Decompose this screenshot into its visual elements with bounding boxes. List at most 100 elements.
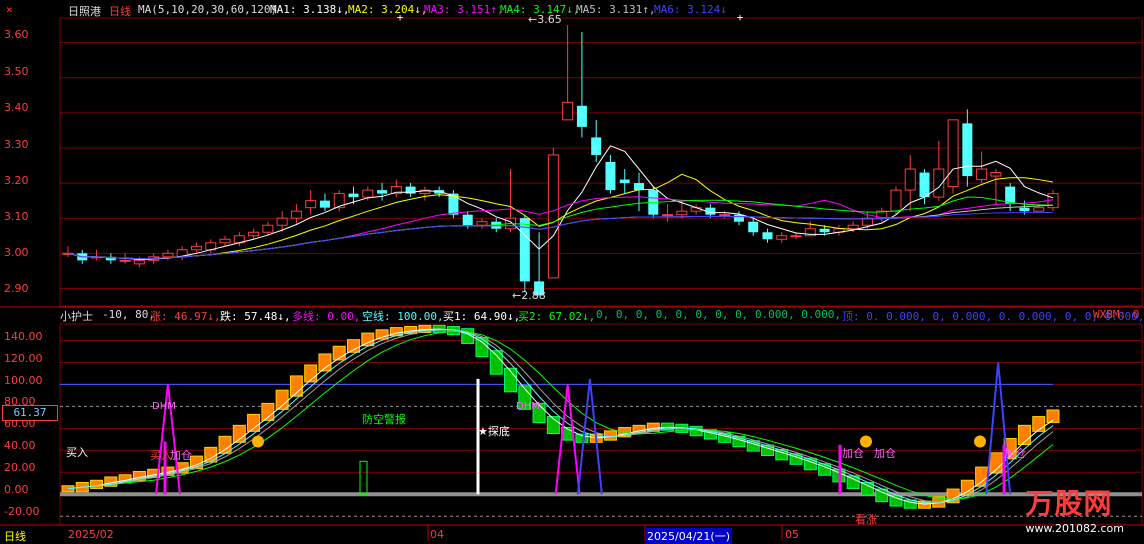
candle-body-down bbox=[962, 123, 973, 177]
buy2-value: 买2: 67.02↓, bbox=[518, 310, 596, 323]
buy1-value: 买1: 64.90↓, bbox=[443, 310, 521, 323]
buy-in-signal: 买入 bbox=[66, 446, 88, 459]
watermark-brand: 万股网 bbox=[1025, 487, 1113, 520]
emoji-icon bbox=[974, 435, 986, 448]
indicator-bar bbox=[1032, 416, 1046, 432]
stock-name: 日照港 bbox=[68, 5, 101, 18]
emoji-icon bbox=[252, 435, 264, 448]
price-panel-frame bbox=[59, 17, 1143, 307]
price-tick: 3.10 bbox=[4, 210, 29, 223]
date-label: 04 bbox=[430, 528, 444, 541]
candle-body-up bbox=[476, 221, 488, 226]
watermark-url: www.201082.com bbox=[1025, 522, 1124, 535]
long-line-value: 多线: 0.00, bbox=[292, 310, 361, 323]
ind-tick: 140.00 bbox=[4, 330, 43, 343]
indicator-bar bbox=[361, 332, 375, 347]
rise-value: 涨: 46.97↓, bbox=[150, 310, 221, 323]
period-tab[interactable]: 日线 bbox=[4, 528, 26, 544]
candle-body-down bbox=[576, 105, 587, 127]
wxbm-value: WXBM: 0 bbox=[1093, 308, 1140, 321]
price-tick: 3.60 bbox=[4, 28, 29, 41]
date-label: 05 bbox=[785, 528, 799, 541]
price-tick: 2.90 bbox=[4, 282, 29, 295]
price-tick: 3.20 bbox=[4, 174, 29, 187]
add-position-signal: 加仓 bbox=[874, 447, 896, 460]
indicator-bar bbox=[275, 389, 289, 410]
ind-tick: 20.00 bbox=[4, 461, 36, 474]
add-position-signal: 加仓 bbox=[1004, 447, 1026, 460]
indicator-bar bbox=[90, 479, 104, 489]
ma1-value: MA1: 3.138↓, bbox=[270, 3, 350, 16]
buy1-curve bbox=[67, 328, 1054, 504]
candle-body-up bbox=[547, 154, 559, 279]
price-tick: 3.30 bbox=[4, 138, 29, 151]
candle-body-up bbox=[790, 235, 802, 238]
candle-body-up bbox=[847, 224, 859, 230]
candle-body-up bbox=[119, 259, 131, 262]
probe-bottom-signal: ★探底 bbox=[478, 425, 510, 438]
fall-value: 跌: 57.48↓, bbox=[220, 310, 291, 323]
price-tick: 3.40 bbox=[4, 101, 29, 114]
indicator-bar bbox=[489, 350, 503, 375]
ma-info-bar: × 日照港 日线 MA(5,10,20,30,60,120) MA1: 3.13… bbox=[0, 0, 1144, 18]
candle-body-up bbox=[562, 101, 574, 121]
current-indicator-value: 61.37 bbox=[2, 405, 58, 421]
candle-body-up bbox=[947, 119, 959, 188]
zero-values: 0, 0, 0, 0, 0, 0, 0, 0, 0.000, 0.000, bbox=[596, 308, 842, 321]
ind-tick: 100.00 bbox=[4, 374, 43, 387]
candle-body-down bbox=[1019, 207, 1030, 212]
buy2-curve bbox=[67, 330, 1054, 500]
candle-body-up bbox=[190, 245, 202, 251]
candle-body-up bbox=[133, 259, 145, 265]
candle-body-down bbox=[605, 162, 616, 191]
indicator-name[interactable]: 小护士 bbox=[60, 308, 93, 324]
candle-body-up bbox=[662, 214, 674, 217]
candle-body-down bbox=[319, 200, 330, 208]
candle-body-up bbox=[976, 168, 988, 181]
candle-body-down bbox=[462, 214, 473, 226]
close-icon[interactable]: × bbox=[6, 3, 13, 16]
indicator-bar bbox=[347, 339, 361, 353]
ma2-value: MA2: 3.204↓, bbox=[348, 3, 428, 16]
ind-tick: 0.00 bbox=[4, 483, 29, 496]
low-price-label: ←2.88 bbox=[512, 289, 546, 302]
date-label: 2025/02 bbox=[68, 528, 114, 541]
bullish-signal: 看涨 bbox=[855, 513, 877, 526]
candle-body-down bbox=[919, 172, 930, 198]
dhm-signal: DHM bbox=[152, 401, 176, 412]
selected-date: 2025/04/21(一) bbox=[645, 528, 732, 544]
candle-body-down bbox=[634, 183, 645, 191]
indicator-params: -10, 80, bbox=[102, 308, 155, 321]
candle-body-up bbox=[890, 189, 902, 212]
indicator-bar bbox=[475, 336, 489, 358]
rise-curve bbox=[67, 328, 1054, 505]
candle-body-down bbox=[348, 193, 359, 198]
candle-body-up bbox=[262, 224, 274, 233]
ind-tick: 40.00 bbox=[4, 439, 36, 452]
candle-body-up bbox=[248, 231, 260, 237]
period-label: 日线 bbox=[109, 5, 131, 18]
candle-body-down bbox=[733, 214, 744, 222]
candle-body-up bbox=[676, 210, 688, 216]
watermark-logo: 万股网 www.201082.com bbox=[1026, 482, 1124, 535]
add-position-signal: 加仓 bbox=[170, 449, 192, 462]
indicator-info-bar: 小护士 -10, 80, 涨: 46.97↓, 跌: 57.48↓, 多线: 0… bbox=[0, 307, 1144, 323]
add-position-signal: 加仓 bbox=[842, 447, 864, 460]
candle-body-down bbox=[619, 179, 630, 184]
candle-body-up bbox=[305, 200, 317, 209]
dhm-signal: DHM bbox=[516, 401, 540, 412]
candle-body-down bbox=[762, 232, 773, 240]
ind-tick: -20.00 bbox=[4, 505, 40, 518]
candle-body-up bbox=[219, 238, 231, 244]
indicator-bar bbox=[889, 495, 903, 507]
candle-body-up bbox=[719, 214, 731, 217]
high-price-label: ←3.65 bbox=[528, 13, 562, 26]
price-tick: 3.50 bbox=[4, 65, 29, 78]
short-line-value: 空线: 100.00, bbox=[362, 310, 444, 323]
candle-body-up bbox=[1033, 207, 1045, 212]
air-defense-alarm: 防空警报 bbox=[362, 413, 406, 426]
price-tick: 3.00 bbox=[4, 246, 29, 259]
air-alarm-bar bbox=[359, 460, 368, 495]
candle-body-up bbox=[776, 235, 788, 240]
ma5-line bbox=[67, 204, 1054, 260]
